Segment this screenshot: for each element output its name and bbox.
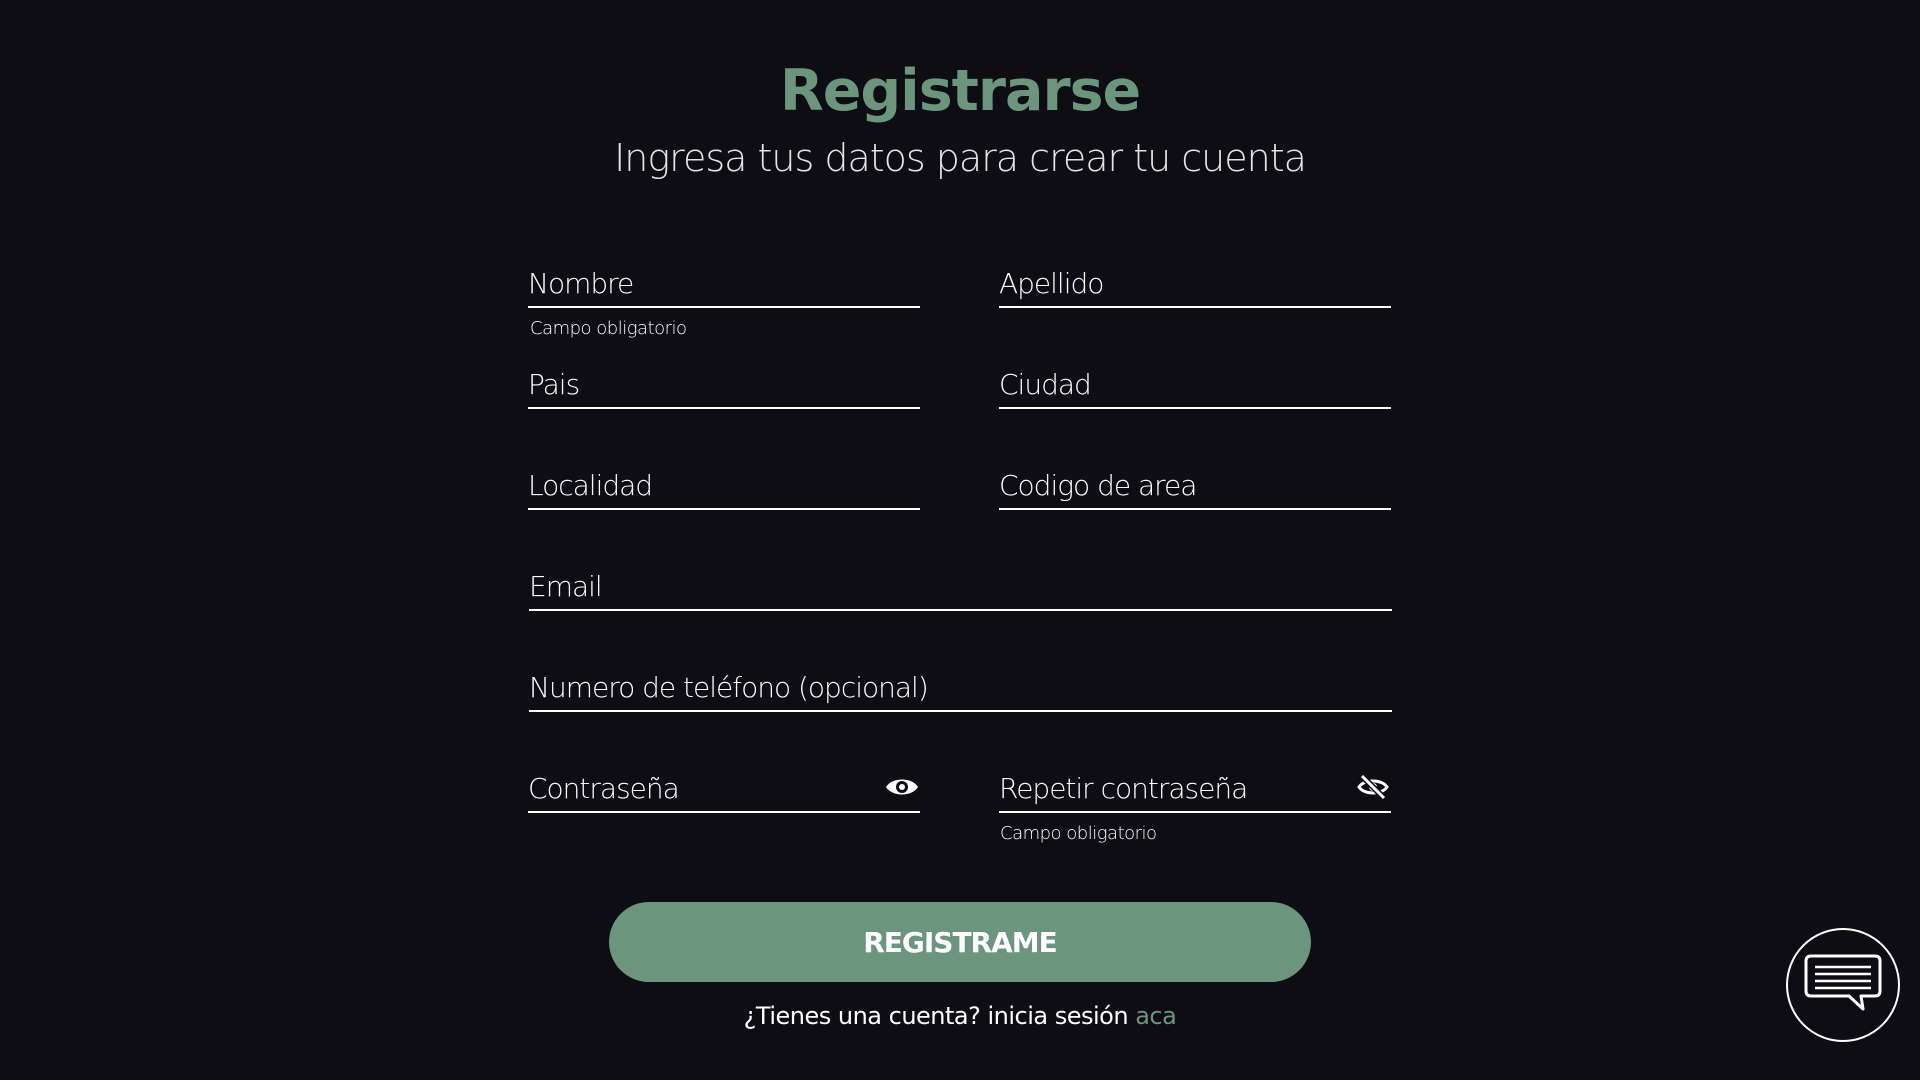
password-repeat-input[interactable] [999,772,1391,805]
eye-icon[interactable] [884,773,920,801]
apellido-field [999,256,1391,308]
telefono-input[interactable] [529,671,1392,704]
telefono-field [529,660,1392,712]
eye-off-icon[interactable] [1355,773,1391,801]
password-field [528,761,920,813]
chat-icon [1803,952,1883,1018]
email-input[interactable] [529,570,1392,603]
apellido-input[interactable] [999,267,1391,300]
nombre-input[interactable] [528,267,920,300]
login-link[interactable]: aca [1135,1002,1177,1030]
password-repeat-field [999,761,1391,813]
nombre-helper-text: Campo obligatorio [530,318,687,339]
login-prompt-text: ¿Tienes una cuenta? inicia sesión [743,1002,1129,1030]
ciudad-field [999,357,1391,409]
codigo-area-input[interactable] [999,469,1391,502]
pais-field [528,357,920,409]
pais-input[interactable] [528,368,920,401]
password-input[interactable] [528,772,920,805]
chat-button[interactable] [1786,928,1900,1042]
register-page: Registrarse Ingresa tus datos para crear… [0,0,1920,1080]
codigo-area-field [999,458,1391,510]
localidad-field [528,458,920,510]
localidad-input[interactable] [528,469,920,502]
ciudad-input[interactable] [999,368,1391,401]
page-subtitle: Ingresa tus datos para crear tu cuenta [614,136,1307,180]
password-repeat-helper-text: Campo obligatorio [1000,823,1157,844]
login-prompt: ¿Tienes una cuenta? inicia sesión aca [0,1002,1920,1030]
nombre-field [528,256,920,308]
page-title: Registrarse [779,58,1141,124]
email-field [529,559,1392,611]
register-button[interactable]: REGISTRAME [609,902,1311,982]
